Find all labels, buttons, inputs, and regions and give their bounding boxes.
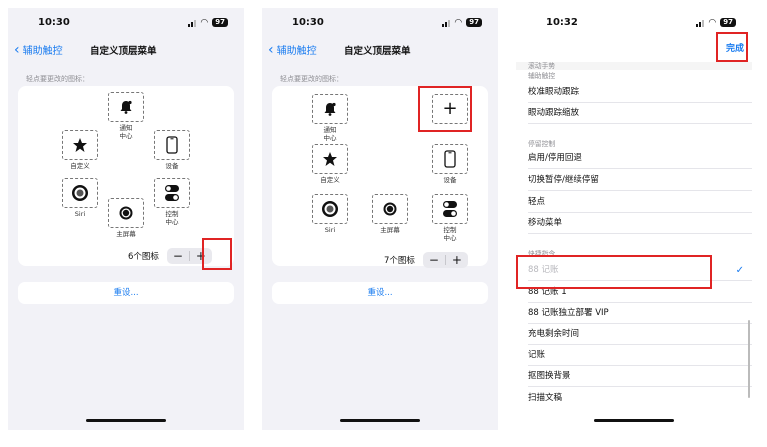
reset-button[interactable]: 重设... [272,282,488,304]
list-item[interactable]: 眼动跟踪缩放 [528,103,752,124]
slot-custom[interactable]: 自定义 [60,130,100,170]
list-item[interactable]: 抠图换背景 [528,366,752,387]
slot-notification[interactable]: 通知 中心 [310,94,350,142]
signal-icon [696,19,705,27]
icon-count-stepper: − + [422,252,468,268]
slot-device[interactable]: 设备 [430,144,470,184]
label-notification: 通知 中心 [119,124,133,140]
wifi-icon: ◠ [454,17,463,28]
star-icon [323,152,337,166]
checkmark-icon: ✓ [735,265,744,276]
battery-icon: 97 [720,18,736,27]
list-item: 滚动手势 [528,62,556,70]
status-time: 10:30 [38,17,70,28]
slot-device[interactable]: 设备 [152,130,192,170]
status-bar: 10:30 ◠ 97 [262,8,498,34]
section-header: 停留控制 [528,140,556,148]
highlight-done-button [716,32,748,62]
reset-button[interactable]: 重设... [18,282,234,304]
toggle-icon [165,185,179,201]
back-button[interactable]: ‹ 辅助触控 [14,41,63,58]
bell-icon [120,100,132,114]
list-item[interactable]: 切换暂停/继续停留 [528,170,752,191]
label-custom: 自定义 [70,162,90,170]
label-device: 设备 [165,162,179,170]
list-item[interactable]: 扫描文稿 [528,388,752,409]
label-siri: Siri [74,210,86,218]
wifi-icon: ◠ [708,17,717,28]
plus-button[interactable]: + [446,252,468,268]
slot-siri[interactable]: Siri [310,194,350,234]
icon-count-label: 6个图标 [128,252,159,262]
slot-siri[interactable]: Siri [60,178,100,218]
back-label: 辅助触控 [276,46,317,57]
list-item[interactable]: 启用/停用回退 [528,148,752,169]
label-device: 设备 [443,176,457,184]
minus-button[interactable]: − [167,248,189,264]
hint-text: 轻点要更改的图标： [26,75,89,83]
star-icon [73,138,87,152]
chevron-left-icon: ‹ [14,41,20,58]
slot-home[interactable]: 主屏幕 [370,194,410,234]
siri-icon [72,185,88,201]
list-item[interactable]: 移动菜单 [528,213,752,234]
label-control: 控制 中心 [165,210,179,226]
label-home: 主屏幕 [380,226,400,234]
status-time: 10:32 [546,17,578,28]
label-control: 控制 中心 [443,226,457,242]
signal-icon [442,19,451,27]
slot-notification[interactable]: 通知 中心 [106,92,146,140]
minus-button[interactable]: − [423,252,445,268]
scrollbar[interactable] [748,320,750,398]
toggle-icon [443,201,457,217]
label-home: 主屏幕 [116,230,136,238]
list-item[interactable]: 充电剩余时间 [528,324,752,345]
list-item[interactable]: 记账 [528,345,752,366]
list-item[interactable]: 88 记账独立部署 VIP [528,303,752,324]
phone-icon [444,150,456,168]
label-siri: Siri [324,226,336,234]
slot-control[interactable]: 控制 中心 [152,178,192,226]
home-indicator [340,419,420,422]
screen-2: 10:30 ◠ 97 ‹ 辅助触控 自定义顶层菜单 轻点要更改的图标： 通知 中… [262,8,498,430]
highlight-new-slot [418,86,472,132]
home-indicator [86,419,166,422]
list-item: 辅助触控 [528,72,556,80]
phone-icon [166,136,178,154]
signal-icon [188,19,197,27]
highlight-plus-button [202,238,232,270]
list-item[interactable]: 轻点 [528,192,752,213]
home-indicator [594,419,674,422]
list-item[interactable]: 校准眼动跟踪 [528,82,752,103]
icon-count-label: 7个图标 [384,256,415,266]
home-button-icon [383,202,397,216]
page-title: 自定义顶层菜单 [344,46,411,57]
back-label: 辅助触控 [22,46,63,57]
page-title: 自定义顶层菜单 [90,46,157,57]
label-custom: 自定义 [320,176,340,184]
status-bar: 10:32 ◠ 97 [516,8,752,34]
slot-home[interactable]: 主屏幕 [106,198,146,238]
status-bar: 10:30 ◠ 97 [8,8,244,34]
home-button-icon [119,206,133,220]
screen-1: 10:30 ◠ 97 ‹ 辅助触控 自定义顶层菜单 轻点要更改的图标： 通知 中… [8,8,244,430]
battery-icon: 97 [212,18,228,27]
status-time: 10:30 [292,17,324,28]
slot-control[interactable]: 控制 中心 [430,194,470,242]
battery-icon: 97 [466,18,482,27]
wifi-icon: ◠ [200,17,209,28]
hint-text: 轻点要更改的图标： [280,75,343,83]
chevron-left-icon: ‹ [268,41,274,58]
back-button[interactable]: ‹ 辅助触控 [268,41,317,58]
bell-icon [324,102,336,116]
screen-3: 10:32 ◠ 97 完成 滚动手势 辅助触控 校准眼动跟踪 眼动跟踪缩放 停留… [516,8,752,430]
highlight-selected-shortcut [516,255,712,289]
siri-icon [322,201,338,217]
label-notification: 通知 中心 [323,126,337,142]
slot-custom[interactable]: 自定义 [310,144,350,184]
